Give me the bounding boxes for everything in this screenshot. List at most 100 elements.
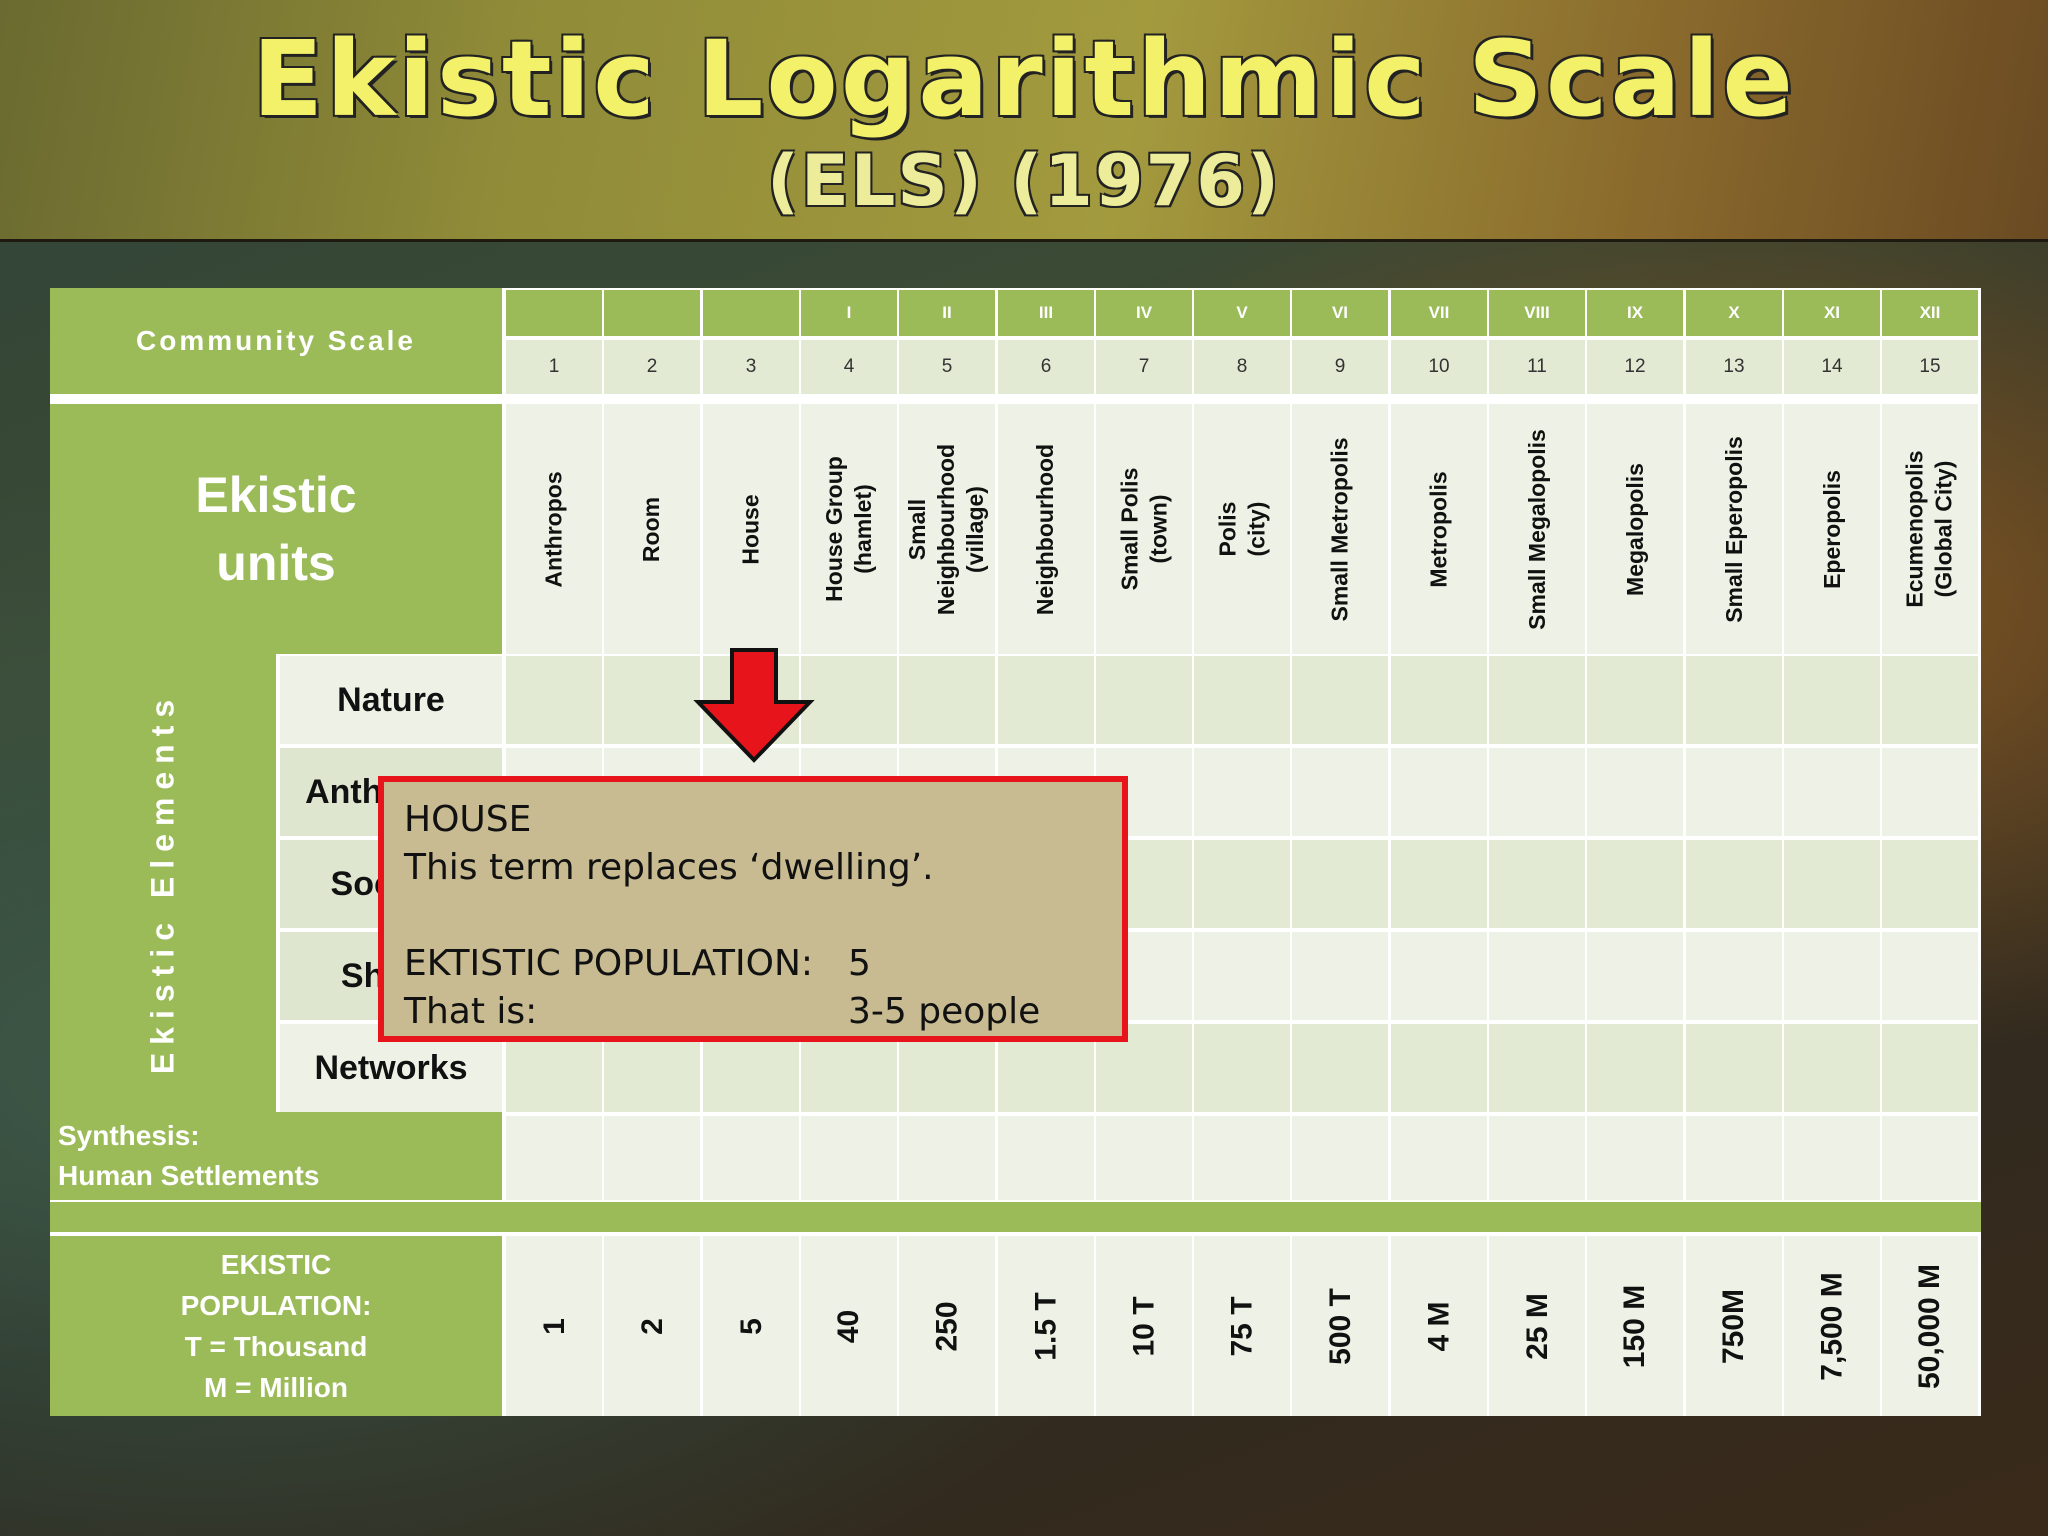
ekistic-unit-cell: Small Megalopolis — [1489, 404, 1585, 654]
scale-number-cell: 2 — [604, 340, 700, 394]
population-label-line: POPULATION: — [180, 1290, 372, 1321]
element-grid-cell — [1882, 748, 1978, 836]
ekistic-units-label: Ekistic units — [50, 404, 502, 654]
element-grid-cell — [1587, 656, 1683, 744]
synthesis-grid-cell — [604, 1116, 700, 1200]
element-grid-cell — [1784, 656, 1880, 744]
ekistic-unit-cell: House Group (hamlet) — [801, 404, 897, 654]
scale-number-cell: 4 — [801, 340, 897, 394]
ekistic-unit-name: Megalopolis — [1621, 462, 1648, 596]
synthesis-label: Synthesis: Human Settlements — [50, 1112, 502, 1200]
roman-numeral-cell: VIII — [1489, 290, 1585, 336]
element-grid-cell — [1686, 840, 1782, 928]
population-cell: 250 — [899, 1236, 995, 1416]
ekistic-unit-name: Eperopolis — [1818, 469, 1845, 589]
ekistic-unit-cell: Eperopolis — [1784, 404, 1880, 654]
synthesis-grid-cell — [703, 1116, 799, 1200]
synthesis-grid-cell — [1194, 1116, 1290, 1200]
synthesis-grid-cell — [1096, 1116, 1192, 1200]
population-value: 150 M — [1618, 1284, 1652, 1368]
ekistic-unit-name: House — [737, 493, 764, 565]
ekistic-unit-name: Room — [638, 496, 665, 562]
ekistic-unit-name: Small Megalopolis — [1523, 428, 1550, 630]
population-value: 5 — [734, 1317, 768, 1335]
ekistic-unit-name: Anthropos — [540, 470, 567, 588]
population-value: 1 — [537, 1317, 571, 1335]
house-info-popup: HOUSE This term replaces ‘dwelling’. EKT… — [378, 776, 1128, 1042]
scale-number-cell: 3 — [703, 340, 799, 394]
population-value: 250 — [930, 1300, 964, 1352]
element-grid-cell — [1292, 840, 1388, 928]
scale-number-cell: 7 — [1096, 340, 1192, 394]
population-value: 40 — [832, 1309, 866, 1343]
element-grid-cell — [1882, 1024, 1978, 1112]
roman-numeral-cell — [506, 290, 602, 336]
synthesis-grid-cell — [1587, 1116, 1683, 1200]
element-grid-cell — [1194, 1024, 1290, 1112]
scale-number-cell: 8 — [1194, 340, 1290, 394]
scale-number-cell: 11 — [1489, 340, 1585, 394]
popup-heading: HOUSE — [404, 799, 532, 840]
element-grid-cell — [1391, 1024, 1487, 1112]
scale-number-cell: 9 — [1292, 340, 1388, 394]
separator-band — [50, 1202, 1981, 1232]
ekistic-unit-name: House Group (hamlet) — [821, 456, 877, 602]
ekistic-unit-name: Small Polis (town) — [1116, 467, 1171, 591]
page-subtitle: (ELS) (1976) — [767, 140, 1281, 222]
ekistic-unit-cell: Ecumenopolis (Global City) — [1882, 404, 1978, 654]
population-cell: 25 M — [1489, 1236, 1585, 1416]
synthesis-grid-cell — [899, 1116, 995, 1200]
ekistic-unit-cell: Polis (city) — [1194, 404, 1290, 654]
element-grid-cell — [1882, 932, 1978, 1020]
ekistic-unit-name: Neighbourhood — [1032, 443, 1059, 615]
population-cell: 4 M — [1391, 1236, 1487, 1416]
population-value: 2 — [635, 1317, 669, 1335]
scale-number-cell: 6 — [998, 340, 1094, 394]
ekistic-unit-cell: Megalopolis — [1587, 404, 1683, 654]
element-grid-cell — [1489, 932, 1585, 1020]
roman-numeral-cell: I — [801, 290, 897, 336]
ekistic-elements-panel: Ekistic Elements — [50, 654, 276, 1112]
popup-population-label: EKTISTIC POPULATION: — [404, 943, 814, 984]
ekistic-unit-cell: House — [703, 404, 799, 654]
population-value: 750M — [1717, 1288, 1751, 1364]
ekistic-unit-cell: Room — [604, 404, 700, 654]
element-grid-cell — [998, 656, 1094, 744]
population-cell: 150 M — [1587, 1236, 1683, 1416]
element-grid-cell — [506, 656, 602, 744]
roman-numeral-cell: IV — [1096, 290, 1192, 336]
element-grid-cell — [1686, 656, 1782, 744]
element-grid-cell — [1391, 748, 1487, 836]
element-grid-cell — [1391, 840, 1487, 928]
element-grid-cell — [1096, 656, 1192, 744]
population-label-line: T = Thousand — [184, 1331, 368, 1362]
element-grid-cell — [1882, 840, 1978, 928]
element-grid-cell — [1489, 840, 1585, 928]
element-grid-cell — [1587, 1024, 1683, 1112]
population-cell: 10 T — [1096, 1236, 1192, 1416]
ekistic-unit-cell: Small Polis (town) — [1096, 404, 1192, 654]
roman-numeral-cell — [703, 290, 799, 336]
ekistic-unit-name: Metropolis — [1425, 470, 1452, 588]
population-label-line: EKISTIC — [220, 1249, 332, 1280]
population-value: 500 T — [1323, 1287, 1357, 1365]
synthesis-grid-cell — [801, 1116, 897, 1200]
element-grid-cell — [899, 656, 995, 744]
ekistic-unit-name: Small Neighbourhood (village) — [904, 443, 989, 615]
scale-number-cell: 10 — [1391, 340, 1487, 394]
ekistic-unit-cell: Small Eperopolis — [1686, 404, 1782, 654]
population-cell: 50,000 M — [1882, 1236, 1978, 1416]
element-grid-cell — [1194, 840, 1290, 928]
population-value: 4 M — [1422, 1300, 1456, 1352]
element-grid-cell — [1784, 932, 1880, 1020]
scale-number-cell: 1 — [506, 340, 602, 394]
roman-numeral-cell: XI — [1784, 290, 1880, 336]
ekistic-unit-name: Polis (city) — [1214, 501, 1269, 557]
population-cell: 2 — [604, 1236, 700, 1416]
population-label-line: M = Million — [204, 1372, 348, 1403]
element-grid-cell — [1194, 932, 1290, 1020]
roman-numeral-cell: V — [1194, 290, 1290, 336]
ekistic-unit-name: Small Metropolis — [1326, 436, 1353, 622]
population-value: 1.5 T — [1029, 1291, 1063, 1361]
population-cell: 1.5 T — [998, 1236, 1094, 1416]
